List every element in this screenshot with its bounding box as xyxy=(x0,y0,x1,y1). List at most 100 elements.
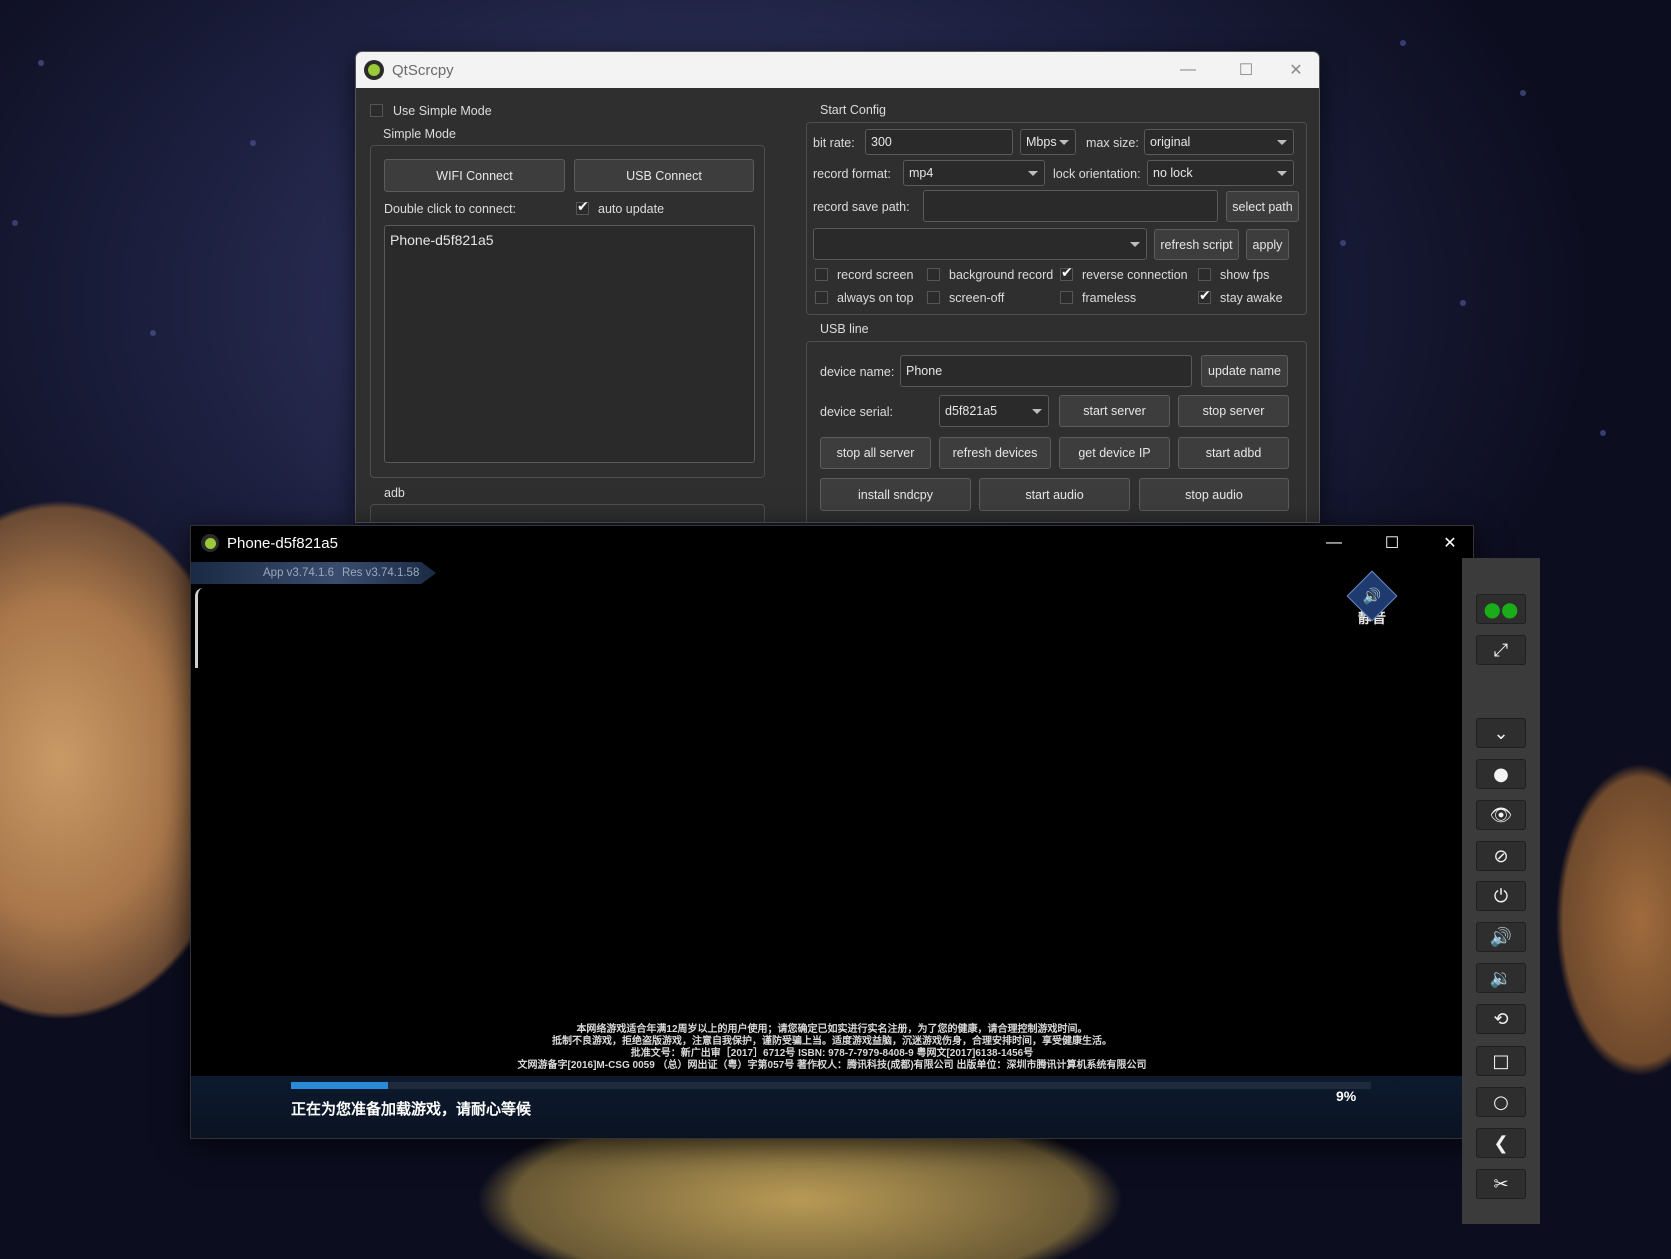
simple-mode-group-title: Simple Mode xyxy=(383,127,456,141)
home-icon[interactable]: ○ xyxy=(1476,1087,1526,1117)
stop-server-button[interactable]: stop server xyxy=(1178,395,1289,427)
screen-off-checkbox[interactable] xyxy=(927,291,940,304)
max-size-select[interactable]: original xyxy=(1144,129,1294,155)
legal-line: 本网络游戏适合年满12周岁以上的用户使用；请您确定已如实进行实名注册，为了您的健… xyxy=(576,1024,1088,1035)
select-path-button[interactable]: select path xyxy=(1226,191,1299,222)
device-name-input[interactable]: Phone xyxy=(900,355,1192,387)
install-sndcpy-button[interactable]: install sndcpy xyxy=(820,478,971,511)
power-icon[interactable]: ⏻ xyxy=(1476,881,1526,911)
record-format-label: record format: xyxy=(813,167,891,181)
always-on-top-label: always on top xyxy=(837,291,914,305)
use-simple-mode-checkbox[interactable] xyxy=(370,104,383,117)
rotate-icon[interactable]: ⟲ xyxy=(1476,1004,1526,1034)
record-format-select[interactable]: mp4 xyxy=(903,160,1045,186)
show-fps-checkbox[interactable] xyxy=(1198,268,1211,281)
record-format-value: mp4 xyxy=(909,166,934,180)
app-switch-icon[interactable]: □ xyxy=(1476,1046,1526,1076)
device-list[interactable]: Phone-d5f821a5 xyxy=(384,225,755,463)
record-screen-label: record screen xyxy=(837,268,914,282)
android-app-icon xyxy=(201,534,219,552)
background-star xyxy=(150,330,156,336)
adb-group-title: adb xyxy=(384,486,405,500)
auto-update-checkbox[interactable] xyxy=(576,199,589,215)
qtscrcpy-main-window: QtScrcpy — ☐ ✕ Use Simple Mode Simple Mo… xyxy=(355,51,1320,523)
device-toolbar: ●● ⤢ ⌄ ● 👁 ⊘ ⏻ 🔊 🔉 ⟲ □ ○ ❮ ✂ xyxy=(1462,558,1540,1224)
legal-line: 文网游备字[2016]M-CSG 0059 （总）网出证（粤）字第057号 著作… xyxy=(517,1060,1147,1071)
bit-rate-label: bit rate: xyxy=(813,136,855,150)
stay-awake-checkbox[interactable] xyxy=(1198,288,1211,304)
usb-connect-button[interactable]: USB Connect xyxy=(574,159,754,192)
record-screen-checkbox[interactable] xyxy=(815,268,828,281)
lock-orientation-value: no lock xyxy=(1153,166,1193,180)
device-serial-label: device serial: xyxy=(820,405,893,419)
expand-notification-icon[interactable]: ⌄ xyxy=(1476,718,1526,748)
lock-orientation-select[interactable]: no lock xyxy=(1147,160,1294,186)
bit-rate-unit-select[interactable]: Mbps xyxy=(1020,129,1076,155)
stop-audio-button[interactable]: stop audio xyxy=(1139,478,1289,511)
always-on-top-checkbox[interactable] xyxy=(815,291,828,304)
start-server-button[interactable]: start server xyxy=(1059,395,1170,427)
minimize-icon[interactable]: — xyxy=(1311,526,1357,560)
chevron-down-icon xyxy=(1028,171,1038,176)
volume-up-icon[interactable]: 🔊 xyxy=(1476,922,1526,952)
device-serial-value: d5f821a5 xyxy=(945,404,998,418)
close-icon[interactable]: ✕ xyxy=(1427,526,1473,560)
chevron-down-icon xyxy=(1032,409,1042,414)
show-icon[interactable]: 👁 xyxy=(1476,800,1526,830)
loading-percent: 9% xyxy=(1336,1088,1357,1104)
record-save-path-label: record save path: xyxy=(813,200,910,214)
fullscreen-icon[interactable]: ⤢ xyxy=(1476,635,1526,665)
phone-mirror-window: Phone-d5f821a5 — ☐ ✕ App v3.74.1.6 Res v… xyxy=(190,525,1474,1139)
record-save-path-input[interactable] xyxy=(923,190,1218,222)
loading-message: 正在为您准备加载游戏，请耐心等候 xyxy=(291,1101,532,1118)
minimize-icon[interactable]: — xyxy=(1165,52,1211,88)
device-list-item[interactable]: Phone-d5f821a5 xyxy=(390,232,494,248)
chevron-down-icon xyxy=(1277,171,1287,176)
volume-down-icon[interactable]: 🔉 xyxy=(1476,963,1526,993)
max-size-label: max size: xyxy=(1086,136,1139,150)
reverse-connection-checkbox[interactable] xyxy=(1060,265,1073,281)
usb-line-group-title: USB line xyxy=(820,322,869,336)
device-serial-select[interactable]: d5f821a5 xyxy=(939,395,1049,427)
wifi-connect-button[interactable]: WIFI Connect xyxy=(384,159,565,192)
chevron-down-icon xyxy=(1130,242,1140,247)
refresh-script-button[interactable]: refresh script xyxy=(1154,229,1239,260)
start-audio-button[interactable]: start audio xyxy=(979,478,1130,511)
bit-rate-unit-value: Mbps xyxy=(1026,135,1057,149)
legal-line: 批准文号：新广出审［2017］6712号 ISBN: 978-7-7979-84… xyxy=(630,1048,1034,1059)
phone-window-title: Phone-d5f821a5 xyxy=(227,534,338,552)
phone-title-bar: Phone-d5f821a5 — ☐ ✕ xyxy=(191,526,1473,560)
refresh-devices-button[interactable]: refresh devices xyxy=(939,437,1051,469)
hide-icon[interactable]: ⊘ xyxy=(1476,841,1526,871)
frameless-label: frameless xyxy=(1082,291,1137,305)
background-star xyxy=(1600,430,1606,436)
close-icon[interactable]: ✕ xyxy=(1273,52,1319,88)
bit-rate-input[interactable]: 300 xyxy=(865,129,1013,155)
start-adbd-button[interactable]: start adbd xyxy=(1178,437,1289,469)
mute-button[interactable]: 🔊 静音 xyxy=(1346,570,1398,628)
chevron-down-icon xyxy=(1059,140,1069,145)
background-record-checkbox[interactable] xyxy=(927,268,940,281)
wechat-icon[interactable]: ●● xyxy=(1476,594,1526,624)
touch-dot-icon[interactable]: ● xyxy=(1476,759,1526,789)
app-version: App v3.74.1.6 xyxy=(263,567,334,579)
background-star xyxy=(1340,240,1346,246)
max-size-value: original xyxy=(1150,135,1191,149)
get-device-ip-button[interactable]: get device IP xyxy=(1059,437,1170,469)
screenshot-icon[interactable]: ✂ xyxy=(1476,1169,1526,1199)
res-version: Res v3.74.1.58 xyxy=(341,567,420,579)
use-simple-mode-label: Use Simple Mode xyxy=(393,104,492,118)
maximize-icon[interactable]: ☐ xyxy=(1223,52,1269,88)
show-fps-label: show fps xyxy=(1220,268,1270,282)
background-star xyxy=(38,60,44,66)
auto-update-label: auto update xyxy=(598,202,665,216)
background-star xyxy=(1400,40,1406,46)
maximize-icon[interactable]: ☐ xyxy=(1369,526,1415,560)
frameless-checkbox[interactable] xyxy=(1060,291,1073,304)
back-icon[interactable]: ❮ xyxy=(1476,1128,1526,1158)
script-select[interactable] xyxy=(813,228,1147,260)
apply-button[interactable]: apply xyxy=(1246,229,1289,260)
update-name-button[interactable]: update name xyxy=(1201,355,1288,387)
background-star xyxy=(12,220,18,226)
stop-all-server-button[interactable]: stop all server xyxy=(820,437,931,469)
